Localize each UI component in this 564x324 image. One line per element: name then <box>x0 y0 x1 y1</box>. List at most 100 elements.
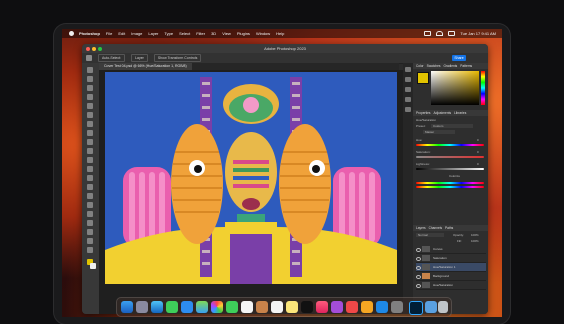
news-icon[interactable] <box>346 301 358 313</box>
character-panel-icon[interactable] <box>405 87 411 92</box>
lasso-tool-icon[interactable] <box>87 85 93 91</box>
battery-icon[interactable] <box>424 31 432 36</box>
visibility-eye-icon[interactable] <box>416 247 421 252</box>
minimize-window-icon[interactable] <box>92 47 96 51</box>
move-tool-icon[interactable] <box>87 67 93 73</box>
podcasts-icon[interactable] <box>331 301 343 313</box>
document-tab[interactable]: Cover Test 04.psd @ 66% (Hue/Saturation … <box>99 63 192 70</box>
apple-logo-icon[interactable] <box>69 31 74 36</box>
tab-gradients[interactable]: Gradients <box>443 63 457 69</box>
layer-row[interactable]: Saturation <box>416 254 486 263</box>
brush-tool-icon[interactable] <box>87 139 93 145</box>
trash-icon[interactable] <box>438 301 448 313</box>
tab-paths[interactable]: Paths <box>445 225 453 231</box>
menu-clock[interactable]: Tue Jan 17 9:41 AM <box>460 31 496 36</box>
control-center-icon[interactable] <box>448 31 456 36</box>
pen-tool-icon[interactable] <box>87 202 93 208</box>
layer-row[interactable]: Hue/Saturation <box>416 281 486 290</box>
colorize-checkbox[interactable]: Colorize <box>449 174 460 178</box>
visibility-eye-icon[interactable] <box>416 265 421 270</box>
launchpad-icon[interactable] <box>136 301 148 313</box>
menu-view[interactable]: View <box>222 31 231 36</box>
menu-plugins[interactable]: Plugins <box>237 31 250 36</box>
paragraph-panel-icon[interactable] <box>405 97 411 102</box>
zoom-window-icon[interactable] <box>98 47 102 51</box>
apple-tv-icon[interactable] <box>301 301 313 313</box>
safari-icon[interactable] <box>151 301 163 313</box>
channel-dropdown[interactable]: Master <box>423 130 455 134</box>
path-selection-tool-icon[interactable] <box>87 220 93 226</box>
gradient-tool-icon[interactable] <box>87 175 93 181</box>
app-store-icon[interactable] <box>376 301 388 313</box>
preset-dropdown[interactable]: Custom <box>431 124 473 128</box>
marquee-tool-icon[interactable] <box>87 76 93 82</box>
menu-select[interactable]: Select <box>179 31 190 36</box>
contacts-icon[interactable] <box>256 301 268 313</box>
facetime-icon[interactable] <box>226 301 238 313</box>
menu-help[interactable]: Help <box>276 31 284 36</box>
system-settings-icon[interactable] <box>391 301 403 313</box>
type-tool-icon[interactable] <box>87 211 93 217</box>
object-selection-tool-icon[interactable] <box>87 94 93 100</box>
color-picker-field[interactable] <box>431 71 479 105</box>
photoshop-app-icon[interactable] <box>409 301 423 315</box>
messages-icon[interactable] <box>166 301 178 313</box>
hue-track[interactable] <box>416 144 484 146</box>
lightness-value[interactable]: 0 <box>477 162 479 166</box>
blur-tool-icon[interactable] <box>87 184 93 190</box>
hand-tool-icon[interactable] <box>87 238 93 244</box>
lightness-track[interactable] <box>416 168 484 170</box>
background-color-swatch[interactable] <box>90 263 96 269</box>
blend-mode-dropdown[interactable]: Normal <box>416 233 444 237</box>
finder-icon[interactable] <box>121 301 133 313</box>
hue-value[interactable]: 0 <box>477 138 479 142</box>
canvas-area[interactable] <box>99 70 403 314</box>
saturation-value[interactable]: 0 <box>477 150 479 154</box>
pages-icon[interactable] <box>361 301 373 313</box>
tab-channels[interactable]: Channels <box>429 225 442 231</box>
tab-swatches[interactable]: Swatches <box>427 63 441 69</box>
healing-brush-tool-icon[interactable] <box>87 130 93 136</box>
fill-value[interactable]: 100% <box>471 239 479 243</box>
eyedropper-tool-icon[interactable] <box>87 121 93 127</box>
tab-layers[interactable]: Layers <box>416 225 426 231</box>
visibility-eye-icon[interactable] <box>416 283 421 288</box>
history-panel-icon[interactable] <box>405 67 411 72</box>
home-icon[interactable] <box>86 55 92 61</box>
auto-select-dropdown[interactable]: Layer <box>131 54 148 62</box>
auto-select-checkbox[interactable]: Auto-Select: <box>98 54 126 62</box>
reminders-icon[interactable] <box>271 301 283 313</box>
eraser-tool-icon[interactable] <box>87 166 93 172</box>
layer-row[interactable]: Background <box>416 272 486 281</box>
menu-type[interactable]: Type <box>164 31 173 36</box>
info-panel-icon[interactable] <box>405 107 411 112</box>
music-icon[interactable] <box>316 301 328 313</box>
brush-panel-icon[interactable] <box>405 77 411 82</box>
layer-row-selected[interactable]: Hue/Saturation 1 <box>416 263 486 272</box>
menu-layer[interactable]: Layer <box>148 31 158 36</box>
crop-tool-icon[interactable] <box>87 103 93 109</box>
menu-filter[interactable]: Filter <box>196 31 205 36</box>
calendar-icon[interactable] <box>241 301 253 313</box>
zoom-tool-icon[interactable] <box>87 247 93 253</box>
clone-stamp-tool-icon[interactable] <box>87 148 93 154</box>
tab-color[interactable]: Color <box>416 63 424 69</box>
tab-patterns[interactable]: Patterns <box>460 63 472 69</box>
layer-row[interactable]: Curves <box>416 245 486 254</box>
menu-edit[interactable]: Edit <box>118 31 125 36</box>
notes-icon[interactable] <box>286 301 298 313</box>
frame-tool-icon[interactable] <box>87 112 93 118</box>
photos-icon[interactable] <box>211 301 223 313</box>
menu-window[interactable]: Window <box>256 31 270 36</box>
menu-file[interactable]: File <box>106 31 112 36</box>
tab-libraries[interactable]: Libraries <box>454 110 466 116</box>
close-window-icon[interactable] <box>86 47 90 51</box>
downloads-folder-icon[interactable] <box>425 301 437 313</box>
artwork-image[interactable] <box>105 72 397 284</box>
visibility-eye-icon[interactable] <box>416 256 421 261</box>
opacity-value[interactable]: 100% <box>471 233 479 237</box>
share-button[interactable]: Share <box>452 55 466 61</box>
tab-adjustments[interactable]: Adjustments <box>434 110 452 116</box>
hue-slider[interactable] <box>481 71 485 105</box>
history-brush-tool-icon[interactable] <box>87 157 93 163</box>
